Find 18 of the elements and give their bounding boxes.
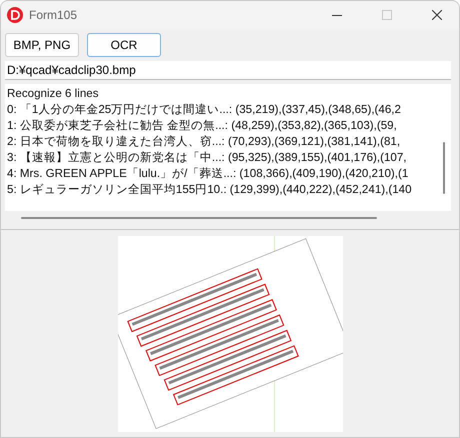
action-button[interactable]: BMP, PNG bbox=[5, 33, 79, 57]
maximize-icon bbox=[382, 10, 392, 20]
output-line: Recognize 6 lines bbox=[7, 86, 100, 102]
output-textbox[interactable] bbox=[5, 84, 451, 211]
output-line: 4: Mrs. GREEN APPLE「lulu.」が/「葬送...: (108,366),(409,190),(420,210),(1 bbox=[7, 166, 410, 182]
scrollbar-thumb[interactable] bbox=[443, 142, 445, 194]
close-icon bbox=[432, 10, 442, 20]
output-line: 2: 日本で荷物を取り違えた台湾人、窃...: (70,293),(369,121),(381,141),(81, bbox=[7, 134, 402, 150]
action-button[interactable]: OCR bbox=[87, 33, 161, 57]
path-field[interactable]: D:¥qcad¥cadclip30.bmp bbox=[5, 61, 451, 80]
app-icon bbox=[7, 7, 23, 23]
output-line: 0: 「1人分の年金25万円だけでは間違い...: (35,219),(337,45),(348,65),(46,2 bbox=[7, 102, 402, 118]
scrollbar-thumb[interactable] bbox=[21, 217, 377, 219]
minimize-icon bbox=[332, 14, 342, 16]
output-line: 3: 【速報】立憲と公明の新党名は「中...: (95,325),(389,155),(401,176),(107, bbox=[7, 150, 408, 166]
window-title: Form105 bbox=[29, 8, 78, 22]
output-line: 5: レギュラーガソリン全国平均155円10.: (129,399),(440,222),(452,241),(140 bbox=[7, 182, 413, 198]
output-line: 1: 公取委が東芝子会社に勧告 金型の無...: (48,259),(353,82),(365,103),(59, bbox=[7, 118, 398, 134]
